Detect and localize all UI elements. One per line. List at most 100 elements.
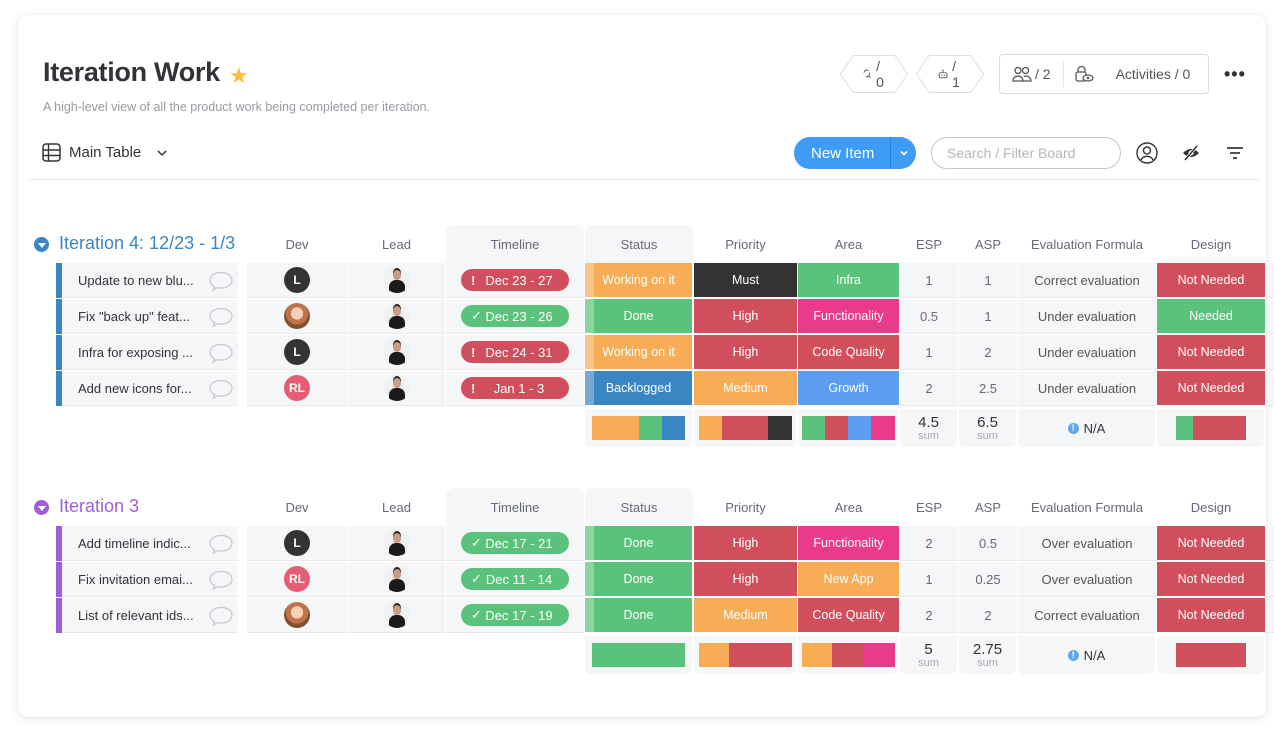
item-name[interactable]: Update to new blu...: [62, 263, 238, 298]
design-label[interactable]: Not Needed: [1157, 371, 1265, 406]
dev-cell[interactable]: L: [247, 526, 347, 561]
item-name-text[interactable]: Fix "back up" feat...: [78, 309, 190, 324]
timeline-pill[interactable]: ✓ Dec 17 - 21: [461, 532, 569, 554]
asp-value[interactable]: 2.5: [959, 371, 1017, 406]
integrations-button[interactable]: / 0: [840, 55, 908, 93]
timeline-pill[interactable]: ! Jan 1 - 3: [461, 377, 569, 399]
priority-label[interactable]: High: [694, 299, 797, 334]
column-header-priority[interactable]: Priority: [694, 225, 797, 263]
column-header-status[interactable]: Status: [585, 225, 693, 263]
comment-bubble-icon[interactable]: [208, 271, 234, 294]
column-header-evaluation[interactable]: Evaluation Formula: [1018, 488, 1156, 526]
column-header-lead[interactable]: Lead: [348, 225, 445, 263]
esp-value[interactable]: 1: [900, 335, 958, 370]
dev-cell[interactable]: [247, 299, 347, 334]
comment-bubble-icon[interactable]: [208, 570, 234, 593]
comment-bubble-icon[interactable]: [208, 606, 234, 629]
dev-avatar[interactable]: RL: [284, 566, 310, 592]
design-label[interactable]: Not Needed: [1157, 598, 1265, 633]
timeline-cell[interactable]: ✓ Dec 17 - 19: [446, 598, 584, 633]
filter-icon[interactable]: [1226, 142, 1244, 164]
new-item-button[interactable]: New Item: [794, 137, 916, 169]
collapse-group-icon[interactable]: [34, 237, 49, 252]
design-label[interactable]: Not Needed: [1157, 562, 1265, 597]
item-name-text[interactable]: Add new icons for...: [78, 381, 191, 396]
dev-avatar[interactable]: RL: [284, 375, 310, 401]
timeline-pill[interactable]: ✓ Dec 23 - 26: [461, 305, 569, 327]
dev-avatar[interactable]: L: [284, 267, 310, 293]
priority-distribution-bar[interactable]: [698, 643, 792, 667]
esp-value[interactable]: 2: [900, 526, 958, 561]
column-header-dev[interactable]: Dev: [247, 488, 347, 526]
collapse-group-icon[interactable]: [34, 500, 49, 515]
esp-value[interactable]: 0.5: [900, 299, 958, 334]
design-label[interactable]: Not Needed: [1157, 335, 1265, 370]
item-name[interactable]: Add timeline indic...: [62, 526, 238, 561]
lead-cell[interactable]: [348, 598, 445, 633]
design-label[interactable]: Not Needed: [1157, 263, 1265, 298]
lead-avatar[interactable]: [383, 267, 410, 293]
timeline-cell[interactable]: ! Dec 24 - 31: [446, 335, 584, 370]
item-name-text[interactable]: Fix invitation emai...: [78, 572, 193, 587]
priority-label[interactable]: High: [694, 526, 797, 561]
timeline-cell[interactable]: ! Dec 23 - 27: [446, 263, 584, 298]
more-options-icon[interactable]: •••: [1224, 65, 1246, 83]
design-label[interactable]: Not Needed: [1157, 526, 1265, 561]
esp-value[interactable]: 2: [900, 371, 958, 406]
person-filter-icon[interactable]: [1136, 142, 1158, 164]
item-name-text[interactable]: List of relevant ids...: [78, 608, 194, 623]
area-label[interactable]: Functionality: [798, 526, 899, 561]
column-header-status[interactable]: Status: [585, 488, 693, 526]
priority-label[interactable]: Must: [694, 263, 797, 298]
lead-cell[interactable]: [348, 371, 445, 406]
board-title[interactable]: Iteration Work: [43, 57, 220, 88]
priority-label[interactable]: High: [694, 562, 797, 597]
comment-bubble-icon[interactable]: [208, 534, 234, 557]
column-header-esp[interactable]: ESP: [900, 225, 958, 263]
item-name[interactable]: Fix invitation emai...: [62, 562, 238, 597]
column-header-timeline[interactable]: Timeline: [446, 488, 584, 526]
dev-avatar[interactable]: [284, 303, 310, 329]
lead-cell[interactable]: [348, 335, 445, 370]
comment-bubble-icon[interactable]: [208, 379, 234, 402]
status-distribution-bar[interactable]: [592, 416, 685, 440]
priority-label[interactable]: Medium: [694, 371, 797, 406]
asp-value[interactable]: 2: [959, 598, 1017, 633]
lead-avatar[interactable]: [383, 303, 410, 329]
dev-avatar[interactable]: [284, 602, 310, 628]
lead-cell[interactable]: [348, 526, 445, 561]
column-header-lead[interactable]: Lead: [348, 488, 445, 526]
lead-avatar[interactable]: [383, 530, 410, 556]
item-name[interactable]: Add new icons for...: [62, 371, 238, 406]
priority-label[interactable]: Medium: [694, 598, 797, 633]
column-header-asp[interactable]: ASP: [959, 225, 1017, 263]
dev-cell[interactable]: RL: [247, 371, 347, 406]
hide-columns-icon[interactable]: [1181, 142, 1201, 164]
asp-value[interactable]: 0.5: [959, 526, 1017, 561]
dev-avatar[interactable]: L: [284, 339, 310, 365]
status-label[interactable]: Done: [585, 598, 693, 633]
activities-button[interactable]: Activities / 0: [1064, 65, 1190, 83]
asp-value[interactable]: 1: [959, 299, 1017, 334]
area-label[interactable]: Code Quality: [798, 598, 899, 633]
lead-cell[interactable]: [348, 263, 445, 298]
column-header-timeline[interactable]: Timeline: [446, 225, 584, 263]
automations-button[interactable]: / 1: [916, 55, 984, 93]
column-header-design[interactable]: Design: [1157, 225, 1265, 263]
lead-cell[interactable]: [348, 299, 445, 334]
item-name[interactable]: List of relevant ids...: [62, 598, 238, 633]
lead-cell[interactable]: [348, 562, 445, 597]
lead-avatar[interactable]: [383, 339, 410, 365]
group-title[interactable]: Iteration 3: [59, 496, 139, 517]
priority-label[interactable]: High: [694, 335, 797, 370]
timeline-pill[interactable]: ! Dec 23 - 27: [461, 269, 569, 291]
column-header-dev[interactable]: Dev: [247, 225, 347, 263]
column-header-priority[interactable]: Priority: [694, 488, 797, 526]
status-distribution-bar[interactable]: [592, 643, 685, 667]
dev-cell[interactable]: RL: [247, 562, 347, 597]
column-header-esp[interactable]: ESP: [900, 488, 958, 526]
column-header-evaluation[interactable]: Evaluation Formula: [1018, 225, 1156, 263]
lead-avatar[interactable]: [383, 602, 410, 628]
status-label[interactable]: Done: [585, 562, 693, 597]
dev-cell[interactable]: L: [247, 335, 347, 370]
